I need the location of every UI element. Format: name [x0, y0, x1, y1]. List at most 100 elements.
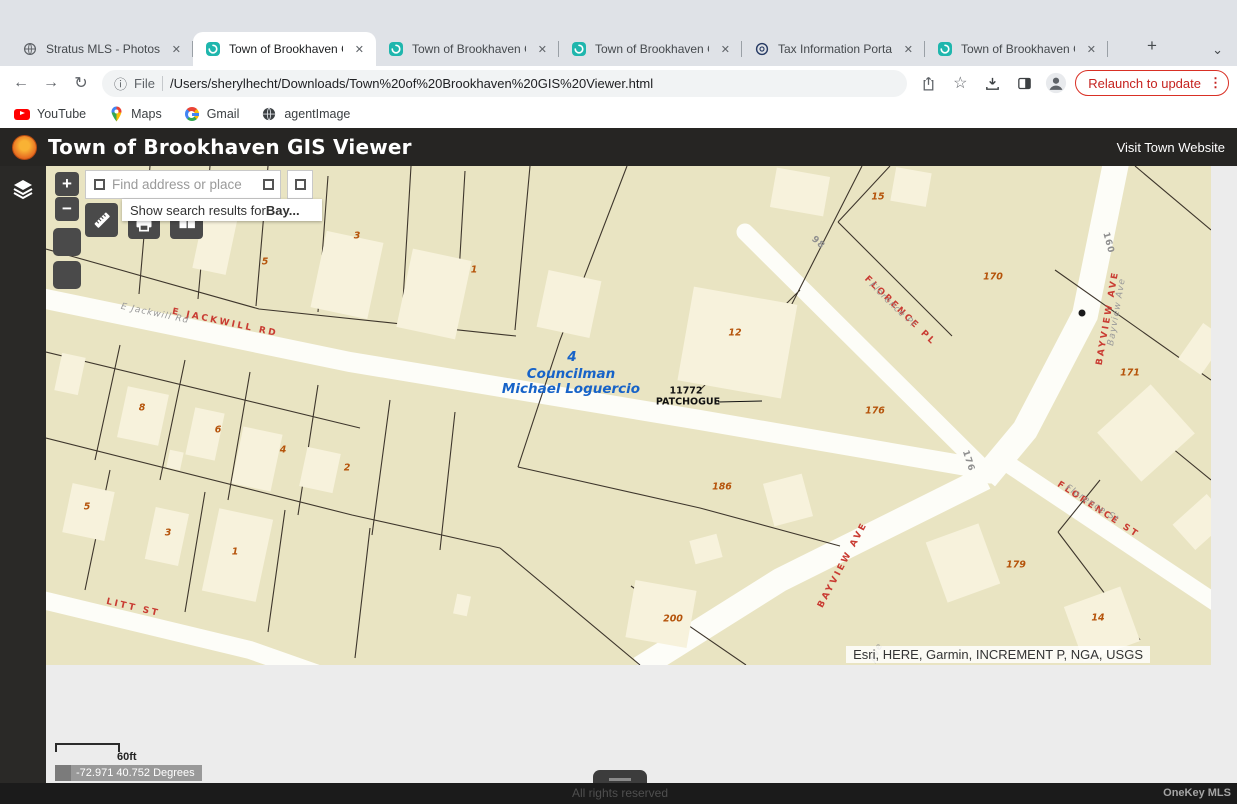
search-submit-icon[interactable]	[256, 171, 280, 198]
bookmark-gmail[interactable]: Gmail	[184, 106, 240, 122]
youtube-icon	[14, 106, 30, 122]
gis-workspace: 7351151701217117686421865311792001498160…	[0, 166, 1237, 804]
gis-favicon-icon	[388, 41, 404, 57]
map-label-parcel: 4	[279, 444, 287, 456]
tab-search-chevron-icon[interactable]: ⌄	[1212, 42, 1223, 58]
map-label-parcel: 179	[1006, 559, 1026, 571]
map-label-parcel: 5	[261, 256, 269, 268]
bookmark-youtube[interactable]: YouTube	[14, 106, 86, 122]
tab-close-icon[interactable]: ✕	[168, 41, 185, 58]
globe-dark-icon	[261, 106, 277, 122]
url-divider	[161, 75, 163, 91]
locate-button[interactable]	[53, 261, 81, 289]
downloads-icon[interactable]	[979, 70, 1005, 96]
map-label-blue: 4	[567, 349, 577, 365]
map-label-parcel: 176	[865, 405, 885, 417]
map-attribution: Esri, HERE, Garmin, INCREMENT P, NGA, US…	[846, 646, 1150, 663]
map-point-marker	[1078, 309, 1086, 317]
back-icon[interactable]: ←	[8, 70, 34, 96]
measure-tool-button[interactable]	[85, 203, 118, 237]
layers-icon[interactable]	[11, 177, 35, 201]
scale-bracket	[55, 743, 120, 752]
search-suggestion[interactable]: Show search results for Bay...	[122, 199, 322, 221]
search-source-icon[interactable]	[86, 171, 112, 198]
browser-tab[interactable]: Tax Information Portal ✕	[742, 32, 925, 66]
url-path: /Users/sherylhecht/Downloads/Town%20of%2…	[169, 75, 654, 91]
tab-close-icon[interactable]: ✕	[351, 41, 368, 58]
tab-title: Town of Brookhaven GIS Vi	[229, 42, 343, 56]
bookmark-star-icon[interactable]: ☆	[947, 70, 973, 96]
left-sidebar	[0, 166, 46, 804]
scale-label: 60ft	[117, 751, 137, 763]
bookmark-label: YouTube	[37, 107, 87, 121]
page-title: Town of Brookhaven GIS Viewer	[48, 135, 412, 159]
bookmark-agentimage[interactable]: agentImage	[261, 106, 350, 122]
relaunch-to-update-button[interactable]: Relaunch to update ⋮	[1075, 70, 1229, 96]
scale-bar: 60ft	[55, 743, 137, 763]
browser-tab-strip: Stratus MLS - Photos - Nev ✕ Town of Brook…	[0, 0, 1237, 66]
page-info-icon[interactable]: ⓘ	[114, 74, 127, 93]
search-options-button[interactable]	[287, 170, 313, 199]
url-scheme: File	[134, 75, 155, 91]
forward-icon[interactable]: →	[38, 70, 64, 96]
zoom-out-button[interactable]: −	[55, 197, 79, 221]
gis-favicon-icon	[937, 41, 953, 57]
onekey-mls-brand: OneKey MLS	[1163, 787, 1231, 799]
map-label-addr: PATCHOGUE	[655, 396, 721, 408]
browser-menu-icon[interactable]: ⋮	[1209, 75, 1222, 91]
patchogue-leader-line	[717, 400, 763, 403]
browser-tab[interactable]: Town of Brookhaven GIS Vi ✕	[925, 32, 1108, 66]
tab-title: Tax Information Portal	[778, 42, 892, 56]
visit-town-website-link[interactable]: Visit Town Website	[1117, 140, 1225, 155]
zoom-in-button[interactable]: +	[55, 172, 79, 196]
address-bar[interactable]: ⓘ File /Users/sherylhecht/Downloads/Town…	[102, 69, 908, 97]
gmail-icon	[184, 106, 200, 122]
map-label-parcel: 8	[138, 402, 146, 414]
home-extent-button[interactable]	[53, 228, 81, 256]
globe-favicon-icon	[22, 41, 38, 57]
new-tab-button[interactable]: +	[1140, 35, 1164, 59]
map-label-parcel: 200	[663, 613, 683, 625]
map-label-parcel: 12	[728, 327, 742, 339]
map-label-addr: 11772	[669, 385, 703, 397]
bookmark-label: agentImage	[284, 107, 351, 121]
tab-close-icon[interactable]: ✕	[1083, 41, 1100, 58]
map-label-parcel: 3	[164, 527, 172, 539]
browser-tab[interactable]: Town of Brookhaven GIS Vi ✕	[559, 32, 742, 66]
tab-title: Stratus MLS - Photos - Nev	[46, 42, 160, 56]
bookmark-maps[interactable]: Maps	[108, 106, 162, 122]
map-geometry	[46, 166, 1211, 665]
tab-title: Town of Brookhaven GIS Vi	[412, 42, 526, 56]
tax-favicon-icon	[754, 41, 770, 57]
gis-map-canvas[interactable]: 7351151701217117686421865311792001498160…	[46, 166, 1211, 665]
map-label-parcel: 3	[353, 230, 361, 242]
coordinate-value: -72.971 40.752 Degrees	[76, 767, 195, 779]
brookhaven-seal-logo	[12, 134, 37, 160]
map-label-parcel: 170	[983, 271, 1003, 283]
map-label-parcel: 2	[343, 462, 351, 474]
tab-close-icon[interactable]: ✕	[900, 41, 917, 58]
drawer-handle[interactable]	[593, 770, 647, 783]
tab-close-icon[interactable]: ✕	[534, 41, 551, 58]
browser-tab[interactable]: Town of Brookhaven GIS Vi ✕	[193, 32, 376, 66]
profile-avatar[interactable]	[1043, 70, 1069, 96]
bookmark-label: Maps	[131, 107, 162, 121]
reload-icon[interactable]: ↻	[68, 70, 94, 96]
share-icon[interactable]	[915, 70, 941, 96]
bottom-bar: All rights reserved OneKey MLS	[0, 770, 1237, 804]
tab-close-icon[interactable]: ✕	[717, 41, 734, 58]
search-box	[85, 170, 281, 199]
tab-title: Town of Brookhaven GIS Vi	[961, 42, 1075, 56]
search-input[interactable]	[112, 177, 256, 192]
map-label-parcel: 1	[231, 546, 239, 558]
bookmark-label: Gmail	[206, 107, 240, 121]
browser-toolbar: ← → ↻ ⓘ File /Users/sherylhecht/Download…	[0, 66, 1237, 100]
browser-tab[interactable]: Stratus MLS - Photos - Nev ✕	[10, 32, 193, 66]
browser-tab[interactable]: Town of Brookhaven GIS Vi ✕	[376, 32, 559, 66]
coordinate-readout: -72.971 40.752 Degrees	[55, 765, 202, 781]
coordinate-icon	[55, 765, 71, 781]
map-label-blue: Councilman	[526, 366, 616, 382]
ruler-icon	[94, 212, 110, 228]
gis-favicon-icon	[205, 41, 221, 57]
side-panel-icon[interactable]	[1011, 70, 1037, 96]
